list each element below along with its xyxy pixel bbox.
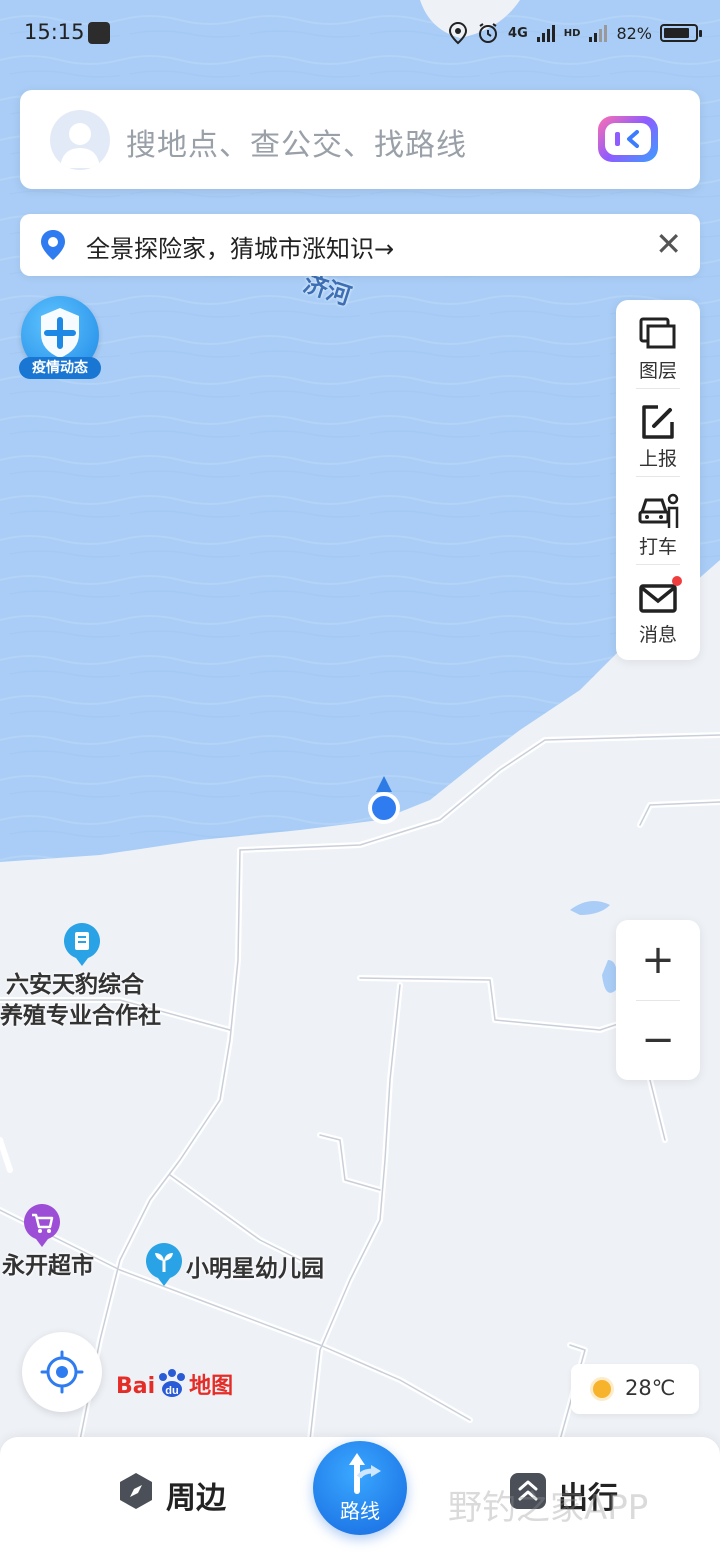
status-time: 15:15	[24, 20, 85, 44]
location-pin-icon	[41, 230, 65, 260]
my-location-button[interactable]	[22, 1332, 102, 1412]
status-bar: 15:15 4G HD 82%	[0, 0, 720, 66]
unread-dot	[672, 576, 682, 586]
poi-label-kindergarten[interactable]: 小明星幼儿园	[186, 1249, 324, 1283]
alarm-status-icon	[479, 23, 498, 43]
nearby-tab[interactable]: 周边	[116, 1467, 236, 1517]
building-icon[interactable]	[62, 922, 102, 968]
temperature: 28℃	[625, 1376, 676, 1400]
tool-label-report: 上报	[638, 448, 677, 470]
taxi-button[interactable]: 打车	[616, 476, 700, 564]
route-arrow-icon	[349, 1453, 381, 1494]
tool-label-layers: 图层	[638, 360, 677, 382]
zoom-controls: + −	[616, 920, 700, 1080]
sprout-icon[interactable]	[144, 1242, 184, 1288]
signal-icon-2	[589, 25, 608, 42]
zoom-out-button[interactable]: −	[616, 1000, 700, 1080]
route-button[interactable]: 路线	[313, 1441, 407, 1535]
messages-button[interactable]: 消息	[616, 564, 700, 652]
status-right: 4G HD 82%	[448, 18, 702, 48]
report-edit-icon	[642, 405, 674, 439]
taxi-icon	[638, 493, 679, 528]
voice-assistant-icon	[615, 130, 639, 148]
compass-icon	[120, 1473, 152, 1509]
shopping-cart-icon[interactable]	[22, 1203, 62, 1249]
baidu-map-logo: Bai du 地图	[116, 1368, 233, 1400]
report-button[interactable]: 上报	[616, 388, 700, 476]
epidemic-label: 疫情动态	[19, 357, 101, 379]
watermark: 野钓之家APP	[448, 1488, 649, 1528]
crosshair-icon	[40, 1350, 84, 1394]
paw-icon: du	[159, 1369, 186, 1397]
poi-label-cooperative-2[interactable]: 养殖专业合作社	[0, 996, 161, 1030]
nearby-label: 周边	[166, 1481, 226, 1516]
app-notification-icon	[88, 22, 110, 44]
epidemic-update-button[interactable]: 疫情动态	[17, 296, 103, 382]
avatar-icon	[60, 123, 100, 168]
battery-icon	[660, 24, 702, 42]
layers-icon	[639, 317, 676, 349]
weather-widget[interactable]: 28℃	[571, 1364, 699, 1414]
user-avatar[interactable]	[50, 110, 110, 170]
location-status-icon	[449, 21, 468, 45]
signal-icon	[536, 25, 555, 42]
close-icon[interactable]: ✕	[655, 224, 682, 264]
search-input[interactable]: 搜地点、查公交、找路线	[126, 120, 467, 164]
layers-button[interactable]: 图层	[616, 300, 700, 388]
promo-notice-bar[interactable]: 全景探险家，猜城市涨知识→ ✕	[20, 214, 700, 276]
svg-text:du: du	[165, 1385, 178, 1397]
poi-label-cooperative-1[interactable]: 六安天豹综合	[6, 965, 144, 999]
tool-label-taxi: 打车	[638, 536, 677, 558]
network-type-1: 4G	[508, 25, 528, 41]
poi-label-supermarket[interactable]: 永开超市	[2, 1246, 94, 1280]
route-label: 路线	[340, 1499, 380, 1523]
sun-icon	[593, 1380, 611, 1398]
battery-percent: 82%	[616, 23, 652, 43]
tool-label-messages: 消息	[638, 624, 677, 646]
hd-label: HD	[563, 27, 581, 39]
zoom-in-button[interactable]: +	[616, 920, 700, 1000]
search-bar[interactable]: 搜地点、查公交、找路线	[20, 90, 700, 189]
map-tools-panel: 图层 上报 打车 消息	[616, 300, 700, 660]
voice-assistant-button[interactable]	[598, 116, 658, 162]
promo-notice-text[interactable]: 全景探险家，猜城市涨知识→	[86, 229, 394, 264]
